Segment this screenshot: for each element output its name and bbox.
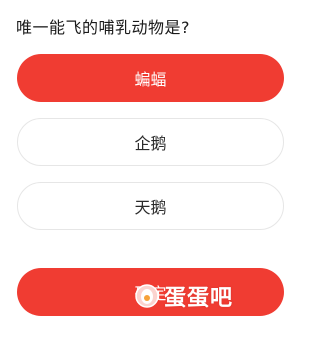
quiz-page: 唯一能飞的哺乳动物是? 蝙蝠 企鹅 天鹅 确定 蛋蛋吧	[0, 0, 304, 350]
option-bat[interactable]: 蝙蝠	[17, 54, 284, 102]
confirm-label: 确定	[134, 284, 167, 303]
option-label: 蝙蝠	[134, 70, 167, 89]
option-label: 天鹅	[134, 198, 167, 217]
question-text: 唯一能飞的哺乳动物是?	[16, 18, 190, 37]
option-swan[interactable]: 天鹅	[17, 182, 284, 230]
option-label: 企鹅	[134, 134, 167, 153]
confirm-button[interactable]: 确定	[17, 268, 284, 316]
option-penguin[interactable]: 企鹅	[17, 118, 284, 166]
